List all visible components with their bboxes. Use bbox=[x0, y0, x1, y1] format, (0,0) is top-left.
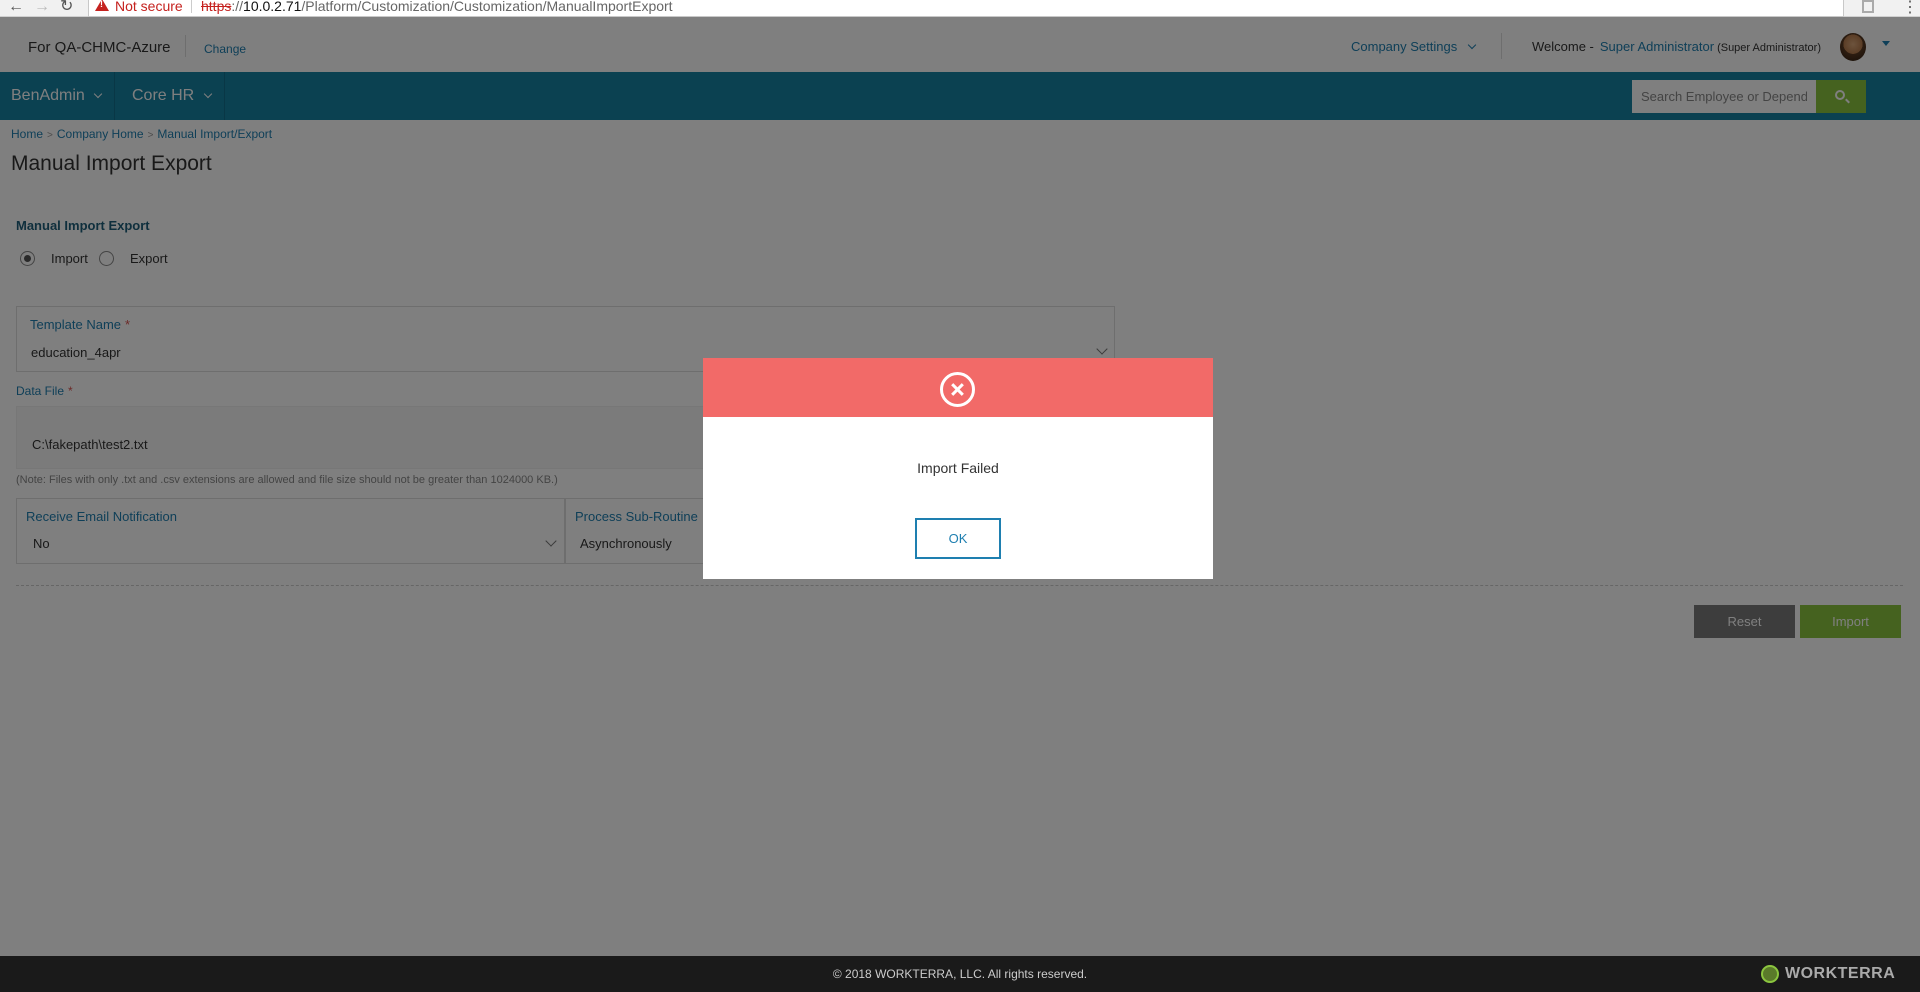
error-circle-x-icon bbox=[940, 372, 975, 407]
reload-icon[interactable]: ↻ bbox=[60, 0, 73, 16]
security-label: Not secure bbox=[115, 0, 183, 14]
copyright-text: © 2018 WORKTERRA, LLC. All rights reserv… bbox=[832, 967, 1088, 981]
clover-logo-icon bbox=[1761, 965, 1779, 983]
browser-menu-icon[interactable]: ⋮ bbox=[1902, 0, 1918, 17]
dialog-header bbox=[703, 358, 1213, 417]
forward-arrow-icon[interactable]: → bbox=[34, 0, 50, 16]
back-arrow-icon[interactable]: ← bbox=[8, 0, 24, 16]
extension-icon[interactable] bbox=[1862, 0, 1874, 13]
ok-button[interactable]: OK bbox=[915, 518, 1001, 559]
browser-toolbar: ← → ↻ ! Not secure https://10.0.2.71/Pla… bbox=[0, 0, 1920, 17]
footer: © 2018 WORKTERRA, LLC. All rights reserv… bbox=[0, 956, 1920, 992]
dialog-message: Import Failed bbox=[917, 460, 999, 476]
address-bar[interactable]: ! Not secure https://10.0.2.71/Platform/… bbox=[88, 0, 1920, 17]
url-text: https://10.0.2.71/Platform/Customization… bbox=[201, 0, 673, 14]
import-failed-dialog: Import Failed OK bbox=[703, 358, 1213, 579]
